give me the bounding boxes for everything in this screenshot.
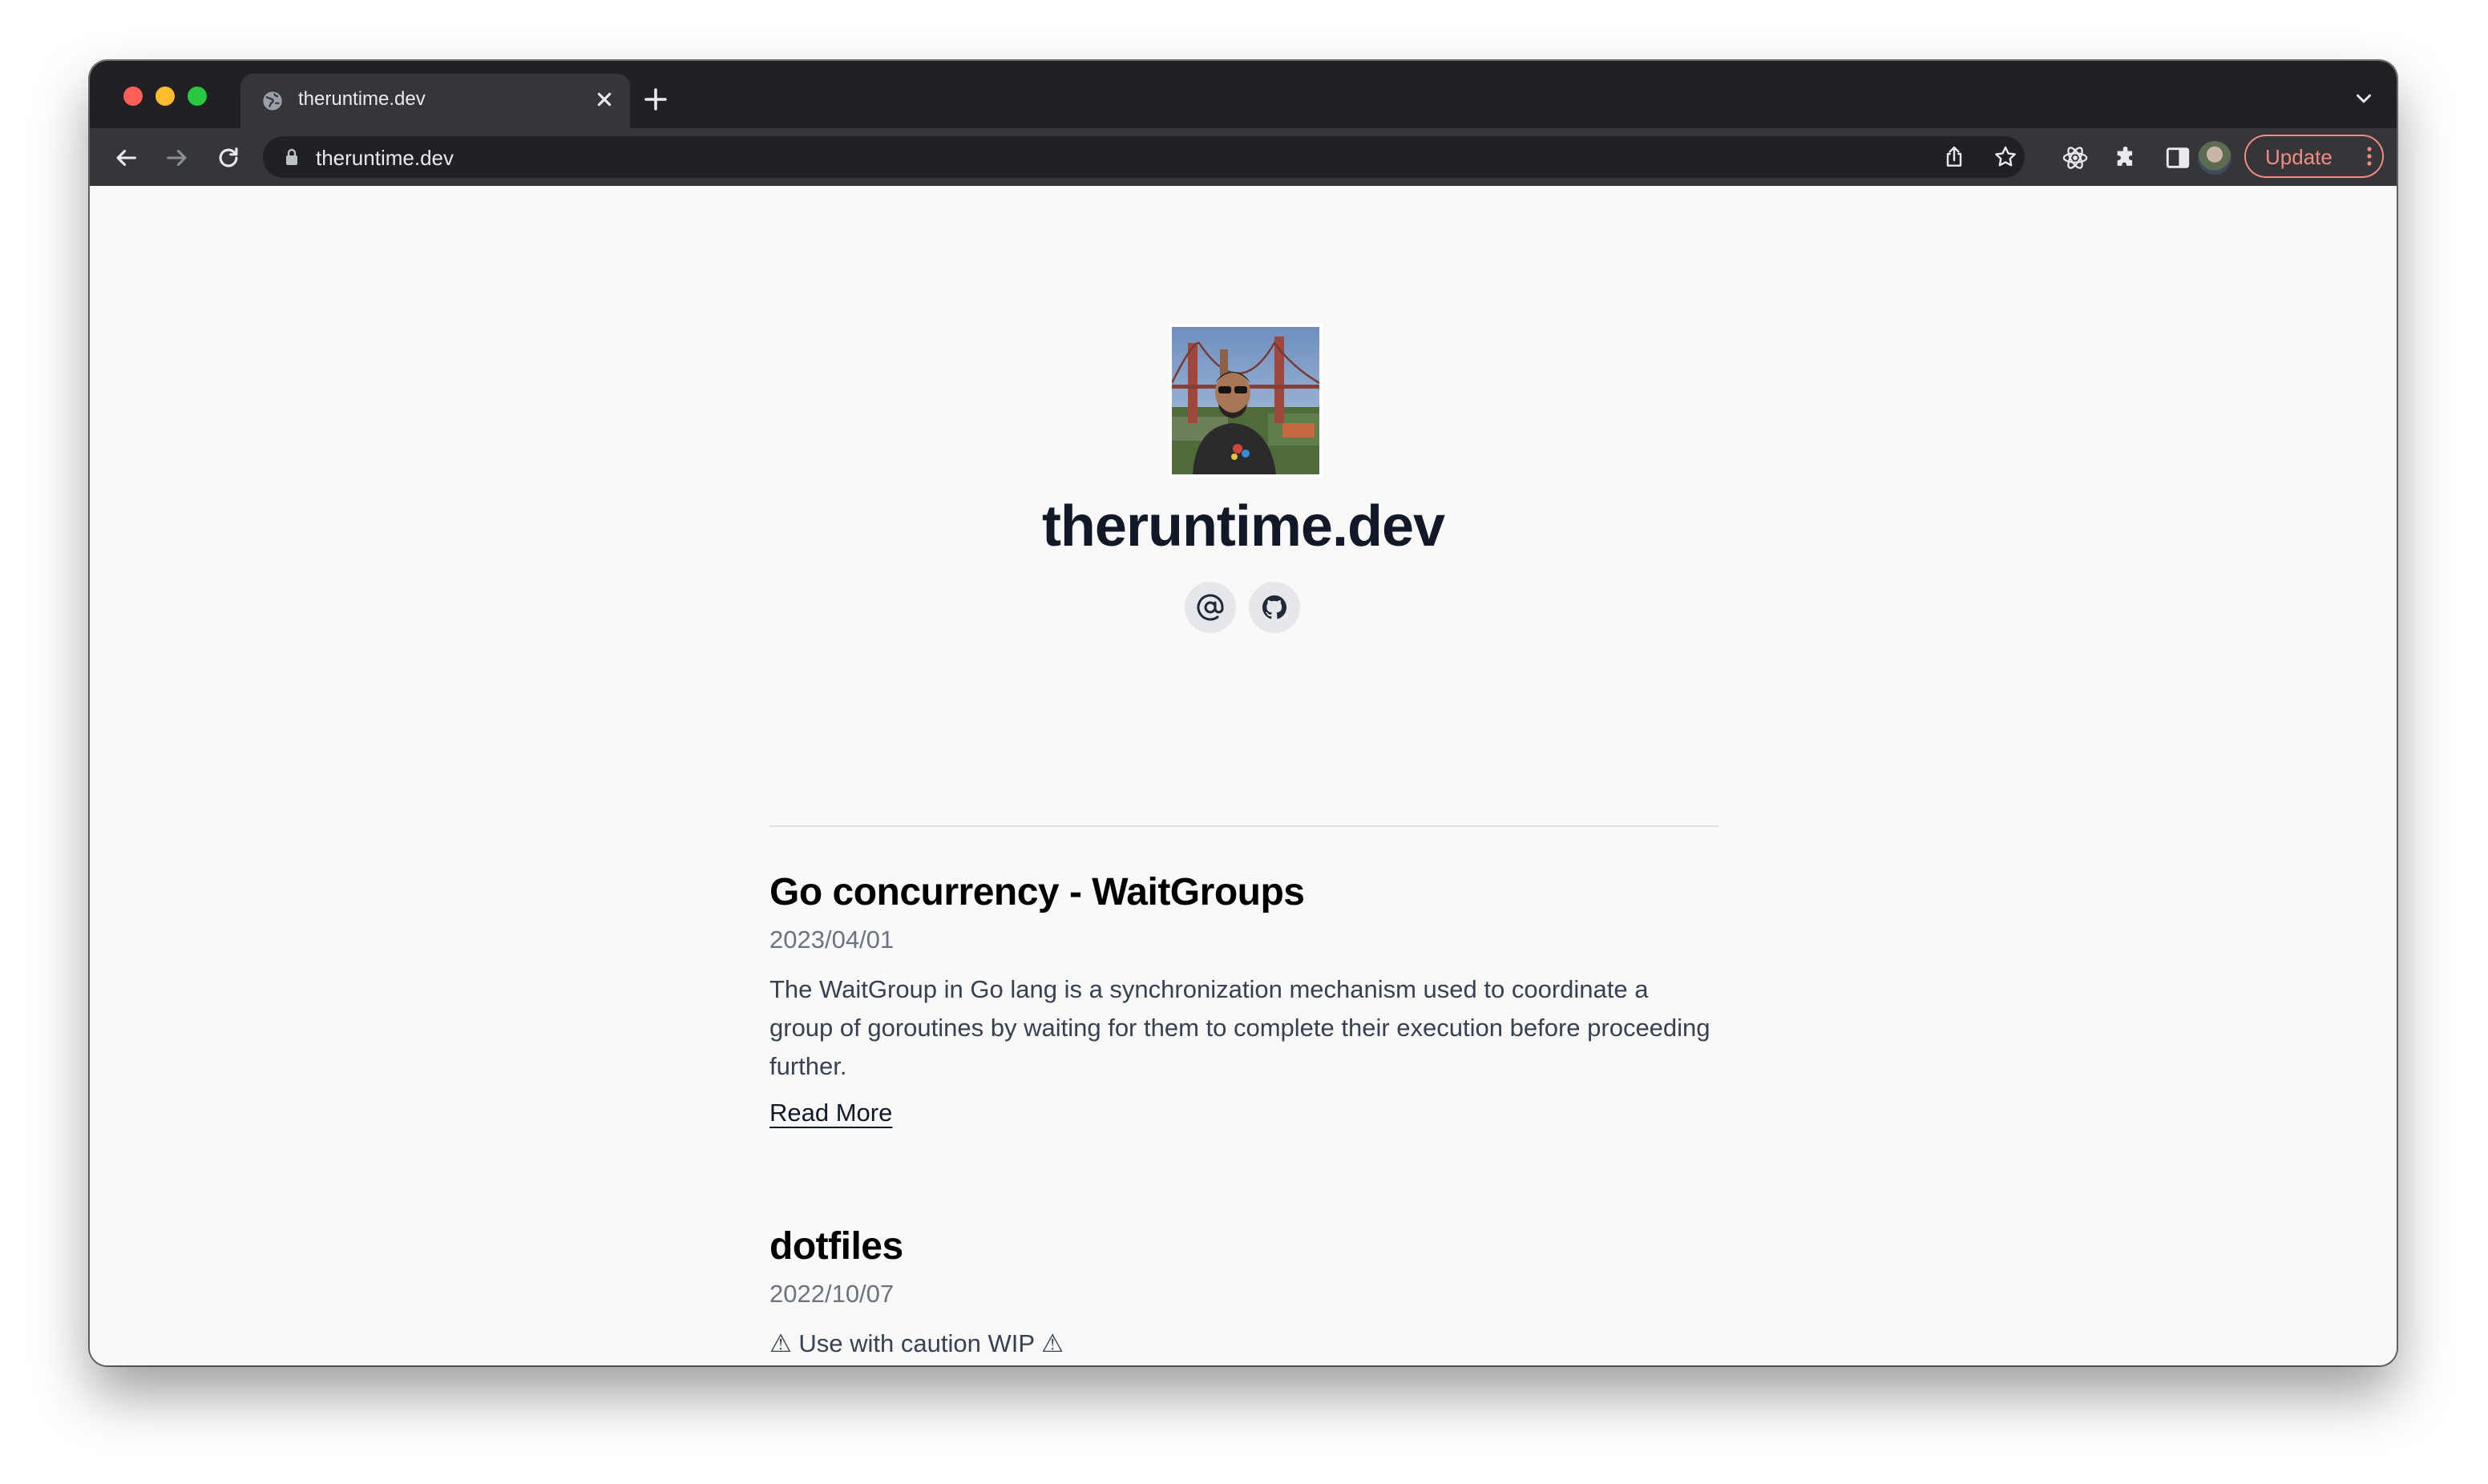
- address-bar-url[interactable]: theruntime.dev: [316, 146, 454, 171]
- chevron-down-icon[interactable]: [2352, 87, 2376, 111]
- star-icon[interactable]: [1993, 144, 2018, 170]
- post-excerpt: The WaitGroup in Go lang is a synchroniz…: [769, 975, 1710, 1080]
- browser-titlebar: theruntime.dev: [90, 61, 2397, 128]
- reload-icon[interactable]: [215, 144, 242, 171]
- site-title: theruntime.dev: [1041, 494, 1445, 559]
- post-title[interactable]: Go concurrency - WaitGroups: [769, 870, 1719, 914]
- post-date: 2023/04/01: [769, 925, 895, 954]
- close-window-button[interactable]: [123, 87, 143, 106]
- address-bar[interactable]: theruntime.dev: [263, 136, 2025, 178]
- read-more-link[interactable]: Read More: [769, 1099, 892, 1127]
- puzzle-icon[interactable]: [2113, 144, 2140, 171]
- post-item: Go concurrency - WaitGroups 2023/04/01 T…: [769, 870, 1719, 1127]
- tab-theruntime[interactable]: theruntime.dev: [240, 74, 630, 128]
- close-icon[interactable]: [592, 87, 617, 112]
- react-devtools-icon[interactable]: [2062, 144, 2089, 171]
- browser-toolbar: theruntime.dev Update: [90, 128, 2397, 186]
- post-item: dotfiles 2022/10/07 ⚠ Use with caution W…: [769, 1224, 1719, 1363]
- plus-icon[interactable]: [641, 85, 670, 114]
- minimize-window-button[interactable]: [156, 87, 175, 106]
- maximize-window-button[interactable]: [188, 87, 207, 106]
- profile-photo: [1169, 324, 1323, 478]
- back-arrow-icon[interactable]: [112, 144, 139, 171]
- section-divider: [769, 825, 1719, 827]
- profile-avatar[interactable]: [2198, 141, 2232, 175]
- globe-icon: [263, 91, 282, 111]
- share-icon[interactable]: [1941, 144, 1967, 170]
- page-content: theruntime.dev Go concurrency - WaitGrou…: [90, 186, 2397, 1365]
- side-panel-icon[interactable]: [2164, 144, 2191, 171]
- post-title[interactable]: dotfiles: [769, 1224, 1719, 1268]
- post-date: 2022/10/07: [769, 1280, 895, 1308]
- forward-arrow-icon[interactable]: [164, 144, 191, 171]
- post-excerpt: ⚠ Use with caution WIP ⚠: [769, 1329, 1064, 1357]
- update-button[interactable]: Update: [2244, 135, 2384, 178]
- update-button-label: Update: [2265, 145, 2332, 169]
- tab-title: theruntime.dev: [298, 88, 426, 110]
- more-vert-icon: [2367, 147, 2372, 166]
- at-sign-icon: [1197, 594, 1224, 621]
- browser-window: theruntime.dev theruntime.dev Update the…: [90, 61, 2397, 1365]
- github-icon: [1262, 595, 1286, 619]
- lock-icon[interactable]: [284, 147, 300, 167]
- github-link[interactable]: [1249, 582, 1300, 633]
- email-link[interactable]: [1185, 582, 1236, 633]
